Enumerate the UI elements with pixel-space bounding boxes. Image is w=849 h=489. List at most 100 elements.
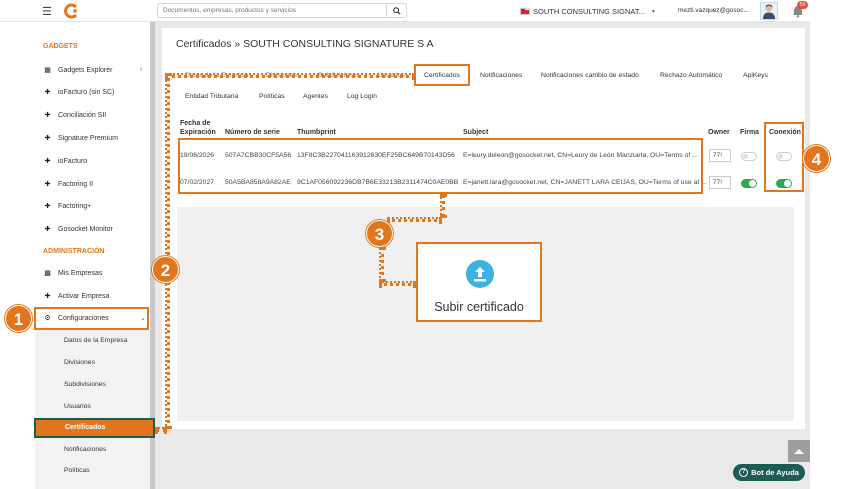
sidebar-item-activar-empresa[interactable]: ✚ Activar Empresa bbox=[43, 292, 110, 301]
tab-apikeys[interactable]: ApiKeys bbox=[743, 72, 768, 79]
tab-rechazo-automatico[interactable]: Rechazo Automático bbox=[660, 72, 722, 79]
gears-icon: ⚙ bbox=[44, 315, 51, 322]
sidebar-item-label: ioFacturo bbox=[58, 157, 88, 165]
highlight-certificate-rows bbox=[178, 138, 703, 194]
chevron-right-icon[interactable]: › bbox=[140, 66, 142, 73]
submenu-item-datos-empresa[interactable]: Datos de la Empresa bbox=[64, 337, 127, 344]
plus-icon: ✚ bbox=[44, 293, 51, 300]
connector-line bbox=[165, 73, 415, 78]
sidebar-item-label: Signature Premium bbox=[58, 134, 118, 142]
pin-icon: ✚ bbox=[44, 181, 51, 188]
chile-flag-icon bbox=[520, 7, 530, 15]
sidebar-item-signature-premium[interactable]: ✚ Signature Premium bbox=[43, 134, 118, 143]
sidebar-item-label: ioFacturo (sin SC) bbox=[58, 88, 115, 96]
scroll-top-button[interactable] bbox=[788, 440, 810, 462]
upload-icon bbox=[466, 260, 494, 288]
section-administracion: ADMINISTRACIÓN bbox=[43, 248, 105, 255]
pin-icon: ✚ bbox=[44, 203, 51, 210]
highlight-conexion-column bbox=[764, 122, 804, 192]
upload-label: Subir certificado bbox=[434, 300, 524, 314]
sidebar-item-label: Gadgets Explorer bbox=[58, 66, 113, 74]
page-title: Certificados » SOUTH CONSULTING SIGNATUR… bbox=[176, 38, 434, 50]
tab-notificaciones[interactable]: Notificaciones bbox=[480, 72, 522, 79]
pin-icon: ✚ bbox=[44, 158, 51, 165]
column-owner: Owner bbox=[708, 129, 730, 136]
company-name: SOUTH CONSULTING SIGNAT... bbox=[533, 6, 645, 16]
sidebar-item-iofacturo[interactable]: ✚ ioFacturo bbox=[43, 157, 88, 166]
submenu-item-subdivisiones[interactable]: Subdivisiones bbox=[64, 381, 106, 388]
connector-line bbox=[379, 247, 384, 282]
help-bot-label: Bot de Ayuda bbox=[751, 468, 799, 477]
owner-input[interactable]: 77! bbox=[709, 176, 731, 189]
tab-notificaciones-cambio-estado[interactable]: Notificaciones cambio de estado bbox=[541, 72, 639, 79]
config-submenu bbox=[35, 330, 150, 489]
firma-toggle[interactable] bbox=[741, 179, 757, 188]
chevron-up-icon bbox=[794, 449, 804, 454]
column-subject: Subject bbox=[463, 129, 489, 136]
caret-down-icon: ▾ bbox=[651, 8, 655, 15]
tab-entidad-tributaria[interactable]: Entidad Tributaria bbox=[185, 93, 238, 100]
grid-icon: ▦ bbox=[44, 67, 51, 74]
step-marker-3: 3 bbox=[366, 220, 393, 247]
column-firma: Firma bbox=[740, 129, 760, 136]
sidebar-item-label: Factoring+ bbox=[58, 202, 92, 210]
sidebar-item-label: Configuraciones bbox=[58, 314, 109, 322]
step-marker-4: 4 bbox=[803, 145, 830, 172]
sidebar-item-label: Activar Empresa bbox=[58, 292, 110, 300]
search-button[interactable] bbox=[386, 4, 406, 17]
sidebar-item-iofacturo-sin-sc[interactable]: ✚ ioFacturo (sin SC) bbox=[43, 88, 115, 97]
user-email[interactable]: mezti.vazquez@gosoc... bbox=[678, 7, 749, 14]
menu-icon[interactable]: ☰ bbox=[42, 5, 52, 18]
building-icon: ▩ bbox=[44, 270, 51, 277]
upload-certificate-button[interactable]: Subir certificado bbox=[416, 242, 542, 322]
section-gadgets: GADGETS bbox=[43, 43, 78, 50]
submenu-item-notificaciones[interactable]: Notificaciones bbox=[64, 446, 106, 453]
submenu-item-label: Certificados bbox=[65, 424, 106, 431]
search-icon bbox=[392, 6, 401, 15]
sidebar-item-factoring-plus[interactable]: ✚ Factoring+ bbox=[43, 202, 92, 211]
chevron-down-icon[interactable]: ⌄ bbox=[140, 314, 146, 322]
sidebar-item-mis-empresas[interactable]: ▩ Mis Empresas bbox=[43, 269, 103, 278]
step-marker-1: 1 bbox=[5, 305, 32, 332]
step-marker-2: 2 bbox=[152, 256, 179, 283]
search-input[interactable] bbox=[158, 4, 386, 17]
tab-log-login[interactable]: Log Login bbox=[347, 93, 377, 100]
tab-politicas[interactable]: Políticas bbox=[259, 93, 285, 100]
pin-icon: ✚ bbox=[44, 89, 51, 96]
sidebar-item-gadgets-explorer[interactable]: ▦ Gadgets Explorer bbox=[43, 66, 113, 75]
sidebar-item-factoring-ii[interactable]: ✚ Factoring II bbox=[43, 180, 94, 189]
sidebar-item-label: Mis Empresas bbox=[58, 269, 103, 277]
avatar[interactable] bbox=[760, 2, 778, 20]
submenu-item-certificados[interactable]: Certificados bbox=[34, 418, 155, 438]
pin-icon: ✚ bbox=[44, 135, 51, 142]
sidebar-item-label: Gosocket Monitor bbox=[58, 225, 113, 233]
sidebar-item-gosocket-monitor[interactable]: ✚ Gosocket Monitor bbox=[43, 225, 113, 234]
gosocket-logo[interactable] bbox=[63, 3, 79, 19]
pin-icon: ✚ bbox=[44, 112, 51, 119]
notification-badge: 55 bbox=[797, 1, 808, 9]
firma-toggle[interactable] bbox=[741, 152, 757, 161]
search-box bbox=[157, 3, 407, 18]
submenu-item-divisiones[interactable]: Divisiones bbox=[64, 359, 95, 366]
submenu-item-politicas[interactable]: Políticas bbox=[64, 467, 90, 474]
tab-certificados[interactable]: Certificados bbox=[424, 72, 460, 79]
column-thumbprint: Thumbprint bbox=[297, 129, 336, 136]
sidebar-item-label: Factoring II bbox=[58, 180, 94, 188]
connector-line bbox=[165, 73, 170, 429]
column-fecha-expiracion: Fecha de Expiración bbox=[180, 120, 216, 136]
tab-agentes[interactable]: Agentes bbox=[303, 93, 328, 100]
sidebar-item-configuraciones[interactable]: ⚙ Configuraciones bbox=[43, 314, 109, 323]
submenu-item-usuarios[interactable]: Usuarios bbox=[64, 403, 91, 410]
column-numero-serie: Número de serie bbox=[225, 129, 280, 136]
pin-icon: ✚ bbox=[44, 226, 51, 233]
sidebar-item-label: Conciliación SII bbox=[58, 111, 107, 119]
owner-input[interactable]: 77! bbox=[709, 149, 731, 162]
connector-line bbox=[440, 194, 445, 218]
connector-line bbox=[155, 427, 167, 432]
help-bot-button[interactable]: ? Bot de Ayuda bbox=[733, 464, 805, 481]
help-icon: ? bbox=[739, 468, 749, 477]
connector-line bbox=[387, 217, 442, 222]
company-selector[interactable]: SOUTH CONSULTING SIGNAT... ▾ bbox=[520, 5, 665, 17]
sidebar-item-conciliacion-sii[interactable]: ✚ Conciliación SII bbox=[43, 111, 107, 120]
page-margin bbox=[810, 0, 849, 489]
